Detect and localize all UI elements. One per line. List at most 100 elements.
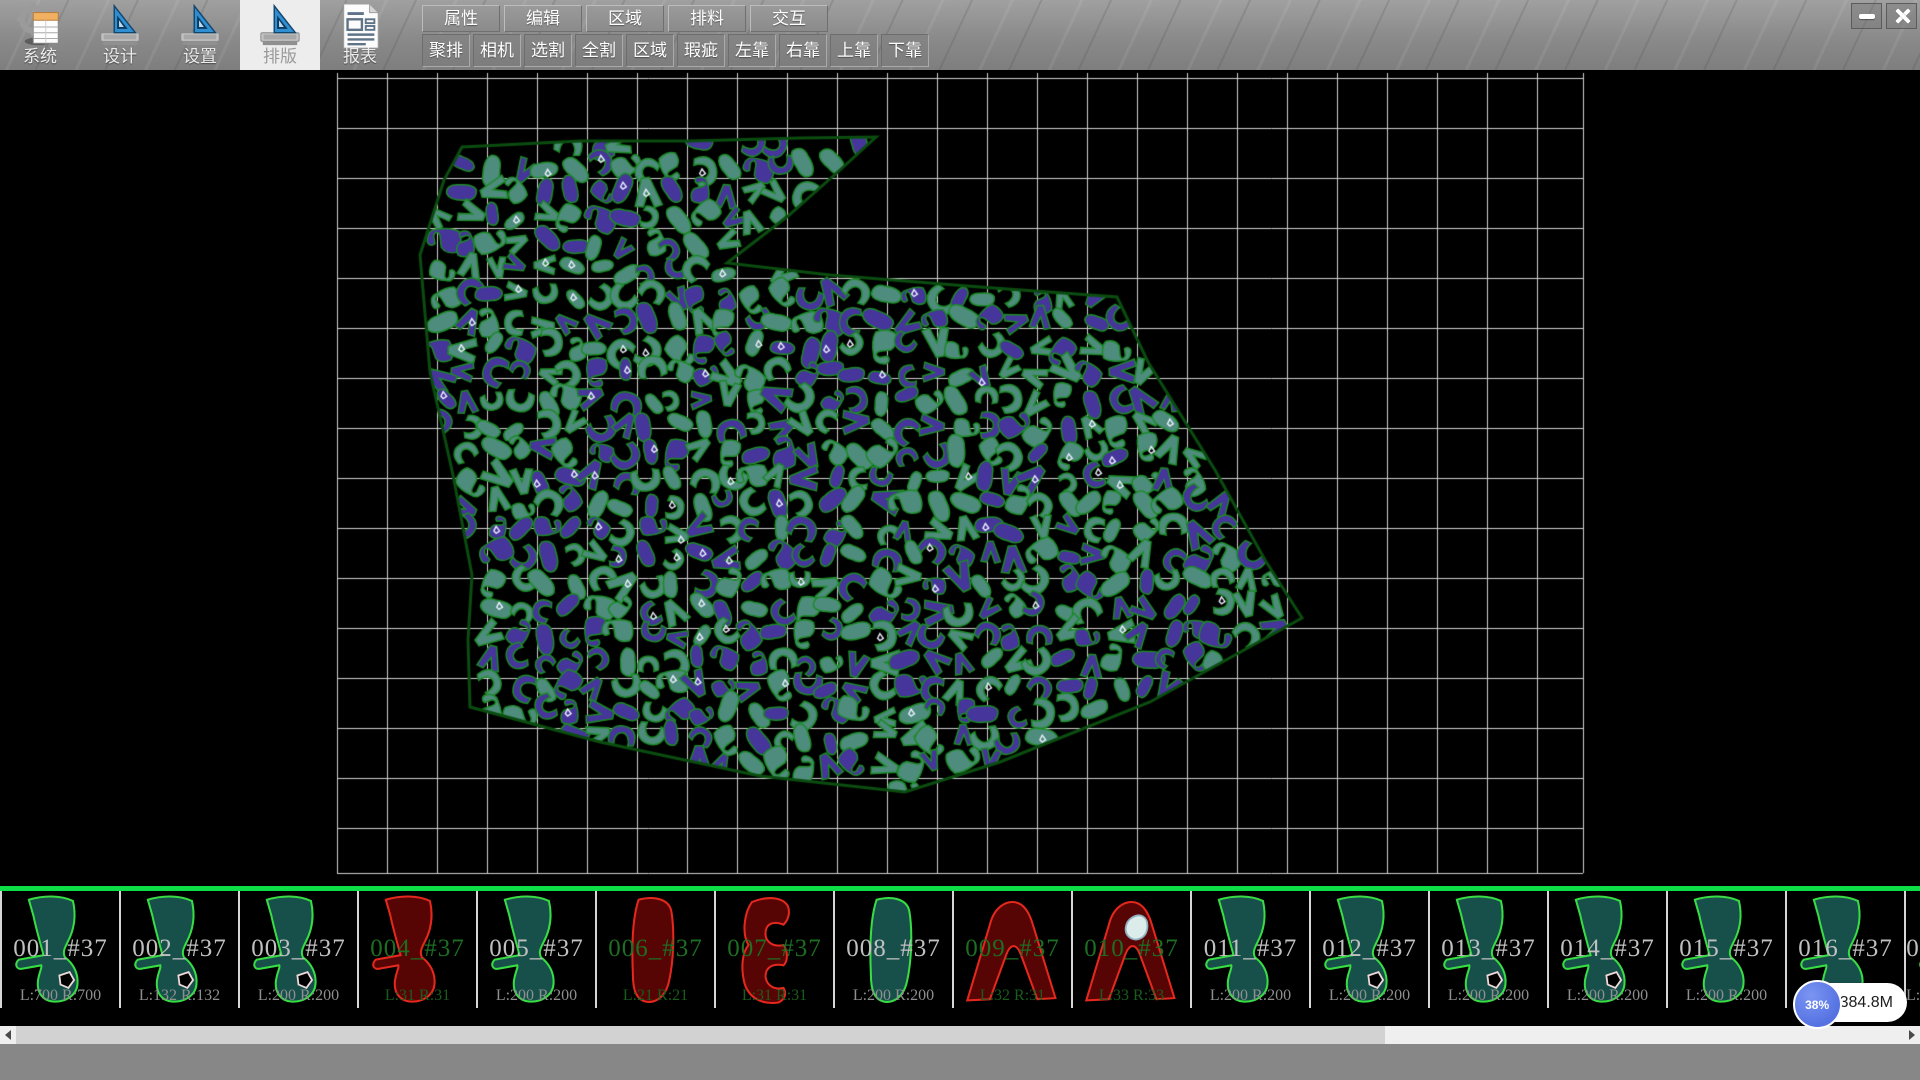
chevron-left-icon	[5, 1030, 11, 1040]
piece-lr-label: L:200 R:200	[1549, 987, 1666, 1005]
piece-lr-label: L:700 R:700	[2, 987, 119, 1005]
piece-lr-label: L:31 R:31	[359, 987, 476, 1005]
action-button-7[interactable]: 右靠	[779, 34, 827, 67]
minimize-button[interactable]	[1851, 3, 1882, 29]
piece-id-label: 0	[1906, 935, 1920, 963]
piece-lr-label: L:31 R:31	[716, 987, 833, 1005]
piece-lr-label: L:200 R:200	[835, 987, 952, 1005]
nesting-canvas[interactable]	[0, 70, 1920, 886]
progress-percent: 38%	[1805, 998, 1829, 1012]
action-button-4[interactable]: 区域	[626, 34, 674, 67]
close-icon	[1893, 7, 1911, 25]
piece-id-label: 009_#37	[954, 935, 1071, 963]
toolbar-tool-system[interactable]: 系统	[0, 0, 80, 70]
thumbnail-tile[interactable]: 003_#37 L:200 R:200	[240, 891, 359, 1008]
thumbnail-tile[interactable]: 012_#37 L:200 R:200	[1311, 891, 1430, 1008]
menu-tab-0[interactable]: 属性	[422, 5, 500, 32]
action-button-9[interactable]: 下靠	[881, 34, 929, 67]
toolbar-tool-settings[interactable]: 设置	[160, 0, 240, 70]
menu-tab-bar: 属性编辑区域排料交互	[422, 5, 832, 32]
close-button[interactable]	[1886, 3, 1917, 29]
piece-id-label: 012_#37	[1311, 935, 1428, 963]
toolbar-tool-design[interactable]: 设计	[80, 0, 160, 70]
action-button-3[interactable]: 全割	[575, 34, 623, 67]
thumbnail-tile[interactable]: 001_#37 L:700 R:700	[2, 891, 121, 1008]
memory-value: 384.8M	[1840, 994, 1893, 1012]
thumbnail-tile[interactable]: 004_#37 L:31 R:31	[359, 891, 478, 1008]
action-button-5[interactable]: 瑕疵	[677, 34, 725, 67]
design-icon	[97, 3, 143, 47]
progress-indicator: 38%	[1793, 980, 1842, 1029]
piece-id-label: 016_#37	[1787, 935, 1904, 963]
piece-lr-label: L:21 R:21	[597, 987, 714, 1005]
thumbnail-tile[interactable]: 014_#37 L:200 R:200	[1549, 891, 1668, 1008]
action-button-0[interactable]: 聚排	[422, 34, 470, 67]
piece-lr-label: L:200 R:200	[1311, 987, 1428, 1005]
piece-lr-label: L:200 R:200	[478, 987, 595, 1005]
action-button-6[interactable]: 左靠	[728, 34, 776, 67]
piece-id-label: 007_#37	[716, 935, 833, 963]
action-button-2[interactable]: 选割	[524, 34, 572, 67]
piece-lr-label: L:200 R:200	[1668, 987, 1785, 1005]
thumbnail-tile[interactable]: 013_#37 L:200 R:200	[1430, 891, 1549, 1008]
report-icon	[337, 3, 383, 47]
toolbar-tool-report[interactable]: 报表	[320, 0, 400, 70]
thumbnail-tile[interactable]: 015_#37 L:200 R:200	[1668, 891, 1787, 1008]
thumbnail-list: 001_#37 L:700 R:700 002_#37 L:132 R:132 …	[0, 891, 1920, 1008]
menu-tab-1[interactable]: 编辑	[504, 5, 582, 32]
scroll-left-button[interactable]	[0, 1026, 16, 1044]
piece-lr-label: L:132 R:132	[121, 987, 238, 1005]
system-icon	[17, 3, 63, 47]
scroll-right-button[interactable]	[1904, 1026, 1920, 1044]
action-button-8[interactable]: 上靠	[830, 34, 878, 67]
scrollbar-thumb[interactable]	[16, 1026, 1385, 1044]
menu-tab-2[interactable]: 区域	[586, 5, 664, 32]
status-bar	[0, 1044, 1920, 1080]
piece-id-label: 005_#37	[478, 935, 595, 963]
thumbnail-tile[interactable]: 0 L:	[1906, 891, 1920, 1008]
piece-id-label: 004_#37	[359, 935, 476, 963]
piece-id-label: 006_#37	[597, 935, 714, 963]
piece-lr-label: L:200 R:200	[1192, 987, 1309, 1005]
piece-thumbnail-strip: 001_#37 L:700 R:700 002_#37 L:132 R:132 …	[0, 886, 1920, 1026]
piece-id-label: 010_#37	[1073, 935, 1190, 963]
window-controls	[1851, 3, 1917, 29]
minimize-icon	[1859, 14, 1875, 19]
title-toolbar: 系统 设计 设置 排版 报表	[0, 0, 1920, 70]
thumbnail-tile[interactable]: 005_#37 L:200 R:200	[478, 891, 597, 1008]
toolbar-tool-label: 设计	[103, 47, 137, 67]
action-button-1[interactable]: 相机	[473, 34, 521, 67]
piece-lr-label: L:200 R:200	[1430, 987, 1547, 1005]
menu-tab-3[interactable]: 排料	[668, 5, 746, 32]
piece-id-label: 013_#37	[1430, 935, 1547, 963]
toolbar-tool-label: 设置	[183, 47, 217, 67]
piece-lr-label: L:200 R:200	[240, 987, 357, 1005]
thumbnail-tile[interactable]: 007_#37 L:31 R:31	[716, 891, 835, 1008]
settings-icon	[177, 3, 223, 47]
thumbnail-tile[interactable]: 009_#37 L:32 R:31	[954, 891, 1073, 1008]
thumbnail-tile[interactable]: 008_#37 L:200 R:200	[835, 891, 954, 1008]
horizontal-scrollbar[interactable]	[0, 1026, 1920, 1044]
piece-id-label: 001_#37	[2, 935, 119, 963]
main-icon-toolbar: 系统 设计 设置 排版 报表	[0, 0, 400, 70]
toolbar-tool-label: 排版	[263, 47, 297, 67]
piece-id-label: 003_#37	[240, 935, 357, 963]
toolbar-tool-nesting[interactable]: 排版	[240, 0, 320, 70]
nesting-icon	[257, 3, 303, 47]
action-button-bar: 聚排相机选割全割区域瑕疵左靠右靠上靠下靠	[422, 34, 932, 67]
toolbar-tool-label: 系统	[23, 47, 57, 67]
piece-lr-label: L:33 R:33	[1073, 987, 1190, 1005]
menu-tab-4[interactable]: 交互	[750, 5, 828, 32]
piece-lr-label: L:32 R:31	[954, 987, 1071, 1005]
piece-id-label: 014_#37	[1549, 935, 1666, 963]
piece-id-label: 015_#37	[1668, 935, 1785, 963]
thumbnail-tile[interactable]: 011_#37 L:200 R:200	[1192, 891, 1311, 1008]
chevron-right-icon	[1909, 1030, 1915, 1040]
piece-id-label: 008_#37	[835, 935, 952, 963]
piece-id-label: 002_#37	[121, 935, 238, 963]
thumbnail-tile[interactable]: 002_#37 L:132 R:132	[121, 891, 240, 1008]
thumbnail-tile[interactable]: 010_#37 L:33 R:33	[1073, 891, 1192, 1008]
piece-id-label: 011_#37	[1192, 935, 1309, 963]
thumbnail-tile[interactable]: 006_#37 L:21 R:21	[597, 891, 716, 1008]
piece-lr-label: L:	[1906, 987, 1920, 1005]
